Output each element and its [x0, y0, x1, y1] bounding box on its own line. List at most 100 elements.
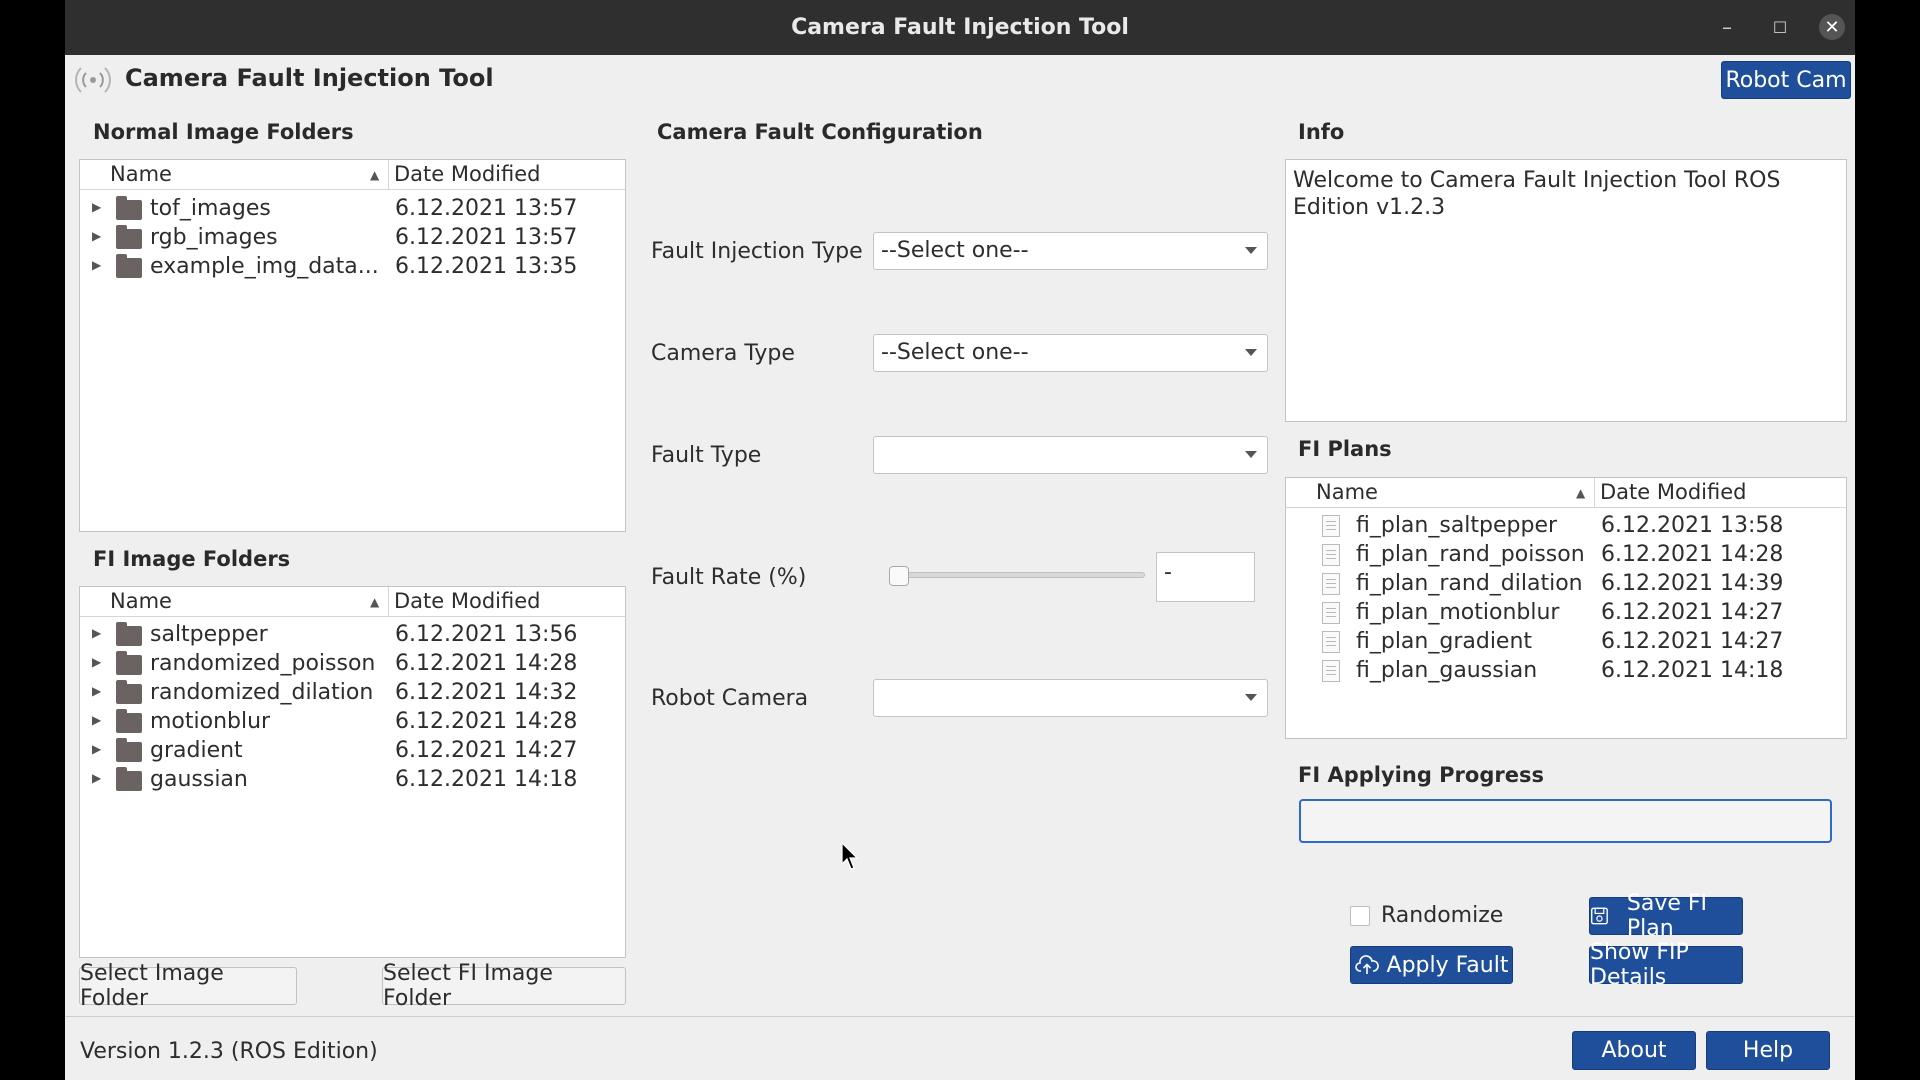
- column-header-date[interactable]: Date Modified: [394, 589, 540, 613]
- selected-value: --Select one--: [881, 340, 1029, 365]
- sort-ascending-icon: ▲: [1576, 486, 1586, 500]
- expand-arrow-icon[interactable]: ▶: [92, 229, 101, 243]
- fi-progress-bar: [1299, 799, 1832, 843]
- fault-injection-type-label: Fault Injection Type: [651, 239, 863, 264]
- normal-folders-tree[interactable]: Name ▲ Date Modified ▶ tof_images 6.12.2…: [79, 159, 626, 532]
- expand-arrow-icon[interactable]: ▶: [92, 713, 101, 727]
- close-icon[interactable]: ✕: [1819, 14, 1845, 40]
- plan-name: fi_plan_gradient: [1356, 629, 1533, 654]
- info-text: Welcome to Camera Fault Injection Tool R…: [1293, 168, 1781, 220]
- fault-rate-input[interactable]: -: [1156, 552, 1255, 602]
- camera-type-select[interactable]: --Select one--: [873, 334, 1268, 372]
- save-icon: [1591, 907, 1608, 925]
- select-image-folder-button[interactable]: Select Image Folder: [79, 961, 297, 1011]
- info-textbox[interactable]: Welcome to Camera Fault Injection Tool R…: [1285, 159, 1847, 422]
- chevron-down-icon: [1245, 349, 1257, 356]
- about-button[interactable]: About: [1572, 1031, 1696, 1070]
- folder-date: 6.12.2021 13:35: [395, 254, 578, 279]
- fault-rate-label: Fault Rate (%): [651, 565, 807, 590]
- folder-row[interactable]: ▶ saltpepper 6.12.2021 13:56: [80, 622, 625, 651]
- plan-row[interactable]: fi_plan_rand_dilation 6.12.2021 14:39: [1286, 571, 1846, 600]
- folder-name: tof_images: [150, 196, 271, 221]
- plan-row[interactable]: fi_plan_gaussian 6.12.2021 14:18: [1286, 658, 1846, 687]
- fault-injection-type-select[interactable]: --Select one--: [873, 232, 1268, 270]
- select-fi-image-folder-button[interactable]: Select FI Image Folder: [382, 961, 626, 1011]
- folder-row[interactable]: ▶ motionblur 6.12.2021 14:28: [80, 709, 625, 738]
- folder-name: randomized_poisson: [150, 651, 376, 676]
- plan-date: 6.12.2021 14:28: [1601, 542, 1784, 567]
- save-fi-plan-button[interactable]: Save FI Plan: [1589, 891, 1743, 941]
- plan-row[interactable]: fi_plan_motionblur 6.12.2021 14:27: [1286, 600, 1846, 629]
- chevron-down-icon: [1245, 451, 1257, 458]
- document-icon: [1322, 660, 1340, 682]
- folder-icon: [116, 196, 142, 220]
- folder-icon: [116, 651, 142, 675]
- document-icon: [1322, 515, 1340, 537]
- plan-name: fi_plan_motionblur: [1356, 600, 1560, 625]
- column-header-date[interactable]: Date Modified: [394, 162, 540, 186]
- column-header-name[interactable]: Name: [1316, 480, 1378, 504]
- config-heading: Camera Fault Configuration: [657, 120, 983, 144]
- folder-row[interactable]: ▶ example_img_data... 6.12.2021 13:35: [80, 254, 625, 283]
- folder-date: 6.12.2021 14:28: [395, 651, 578, 676]
- folder-row[interactable]: ▶ gradient 6.12.2021 14:27: [80, 738, 625, 767]
- window-titlebar[interactable]: Camera Fault Injection Tool: [65, 0, 1855, 55]
- expand-arrow-icon[interactable]: ▶: [92, 742, 101, 756]
- column-header-name[interactable]: Name: [110, 162, 172, 186]
- folder-icon: [116, 225, 142, 249]
- apply-fault-button[interactable]: Apply Fault: [1350, 946, 1513, 984]
- folder-name: motionblur: [150, 709, 271, 734]
- plan-row[interactable]: fi_plan_rand_poisson 6.12.2021 14:28: [1286, 542, 1846, 571]
- fault-rate-slider-handle[interactable]: [889, 566, 909, 586]
- fi-plans-tree[interactable]: Name ▲ Date Modified fi_plan_saltpepper …: [1285, 477, 1847, 739]
- version-label: Version 1.2.3 (ROS Edition): [80, 1039, 378, 1064]
- expand-arrow-icon[interactable]: ▶: [92, 626, 101, 640]
- app-title: Camera Fault Injection Tool: [125, 64, 494, 92]
- help-button[interactable]: Help: [1706, 1031, 1830, 1070]
- upload-cloud-icon: [1354, 955, 1379, 974]
- fi-folders-heading: FI Image Folders: [93, 547, 291, 571]
- fi-plans-heading: FI Plans: [1298, 437, 1392, 461]
- expand-arrow-icon[interactable]: ▶: [92, 258, 101, 272]
- plan-row[interactable]: fi_plan_gradient 6.12.2021 14:27: [1286, 629, 1846, 658]
- document-icon: [1322, 544, 1340, 566]
- folder-row[interactable]: ▶ gaussian 6.12.2021 14:18: [80, 767, 625, 796]
- sort-ascending-icon: ▲: [370, 595, 380, 609]
- folder-row[interactable]: ▶ tof_images 6.12.2021 13:57: [80, 196, 625, 225]
- folder-icon: [116, 709, 142, 733]
- maximize-icon[interactable]: ☐: [1763, 10, 1797, 44]
- folder-name: saltpepper: [150, 622, 268, 647]
- tree-header: Name ▲ Date Modified: [80, 587, 625, 617]
- folder-icon: [116, 767, 142, 791]
- info-heading: Info: [1298, 120, 1345, 144]
- folder-row[interactable]: ▶ randomized_poisson 6.12.2021 14:28: [80, 651, 625, 680]
- plan-name: fi_plan_gaussian: [1356, 658, 1538, 683]
- folder-row[interactable]: ▶ rgb_images 6.12.2021 13:57: [80, 225, 625, 254]
- fault-type-select[interactable]: [873, 436, 1268, 474]
- fault-rate-slider-track[interactable]: [890, 572, 1145, 578]
- randomize-checkbox[interactable]: [1350, 906, 1370, 926]
- column-header-date[interactable]: Date Modified: [1600, 480, 1746, 504]
- plan-row[interactable]: fi_plan_saltpepper 6.12.2021 13:58: [1286, 513, 1846, 542]
- robot-cam-button[interactable]: Robot Cam: [1721, 61, 1851, 99]
- plan-name: fi_plan_saltpepper: [1356, 513, 1558, 538]
- folder-icon: [116, 680, 142, 704]
- expand-arrow-icon[interactable]: ▶: [92, 771, 101, 785]
- progress-heading: FI Applying Progress: [1298, 763, 1544, 787]
- expand-arrow-icon[interactable]: ▶: [92, 655, 101, 669]
- signal-broadcast-icon: [73, 62, 113, 98]
- expand-arrow-icon[interactable]: ▶: [92, 200, 101, 214]
- folder-row[interactable]: ▶ randomized_dilation 6.12.2021 14:32: [80, 680, 625, 709]
- robot-camera-select[interactable]: [873, 679, 1268, 717]
- folder-name: randomized_dilation: [150, 680, 374, 705]
- plan-date: 6.12.2021 14:27: [1601, 629, 1784, 654]
- fi-folders-tree[interactable]: Name ▲ Date Modified ▶ saltpepper 6.12.2…: [79, 586, 626, 958]
- folder-date: 6.12.2021 13:56: [395, 622, 578, 647]
- column-header-name[interactable]: Name: [110, 589, 172, 613]
- minimize-icon[interactable]: –: [1710, 10, 1744, 44]
- sort-ascending-icon: ▲: [370, 168, 380, 182]
- expand-arrow-icon[interactable]: ▶: [92, 684, 101, 698]
- show-fip-details-button[interactable]: Show FIP Details: [1589, 940, 1743, 990]
- camera-type-label: Camera Type: [651, 341, 795, 366]
- randomize-label[interactable]: Randomize: [1381, 903, 1503, 928]
